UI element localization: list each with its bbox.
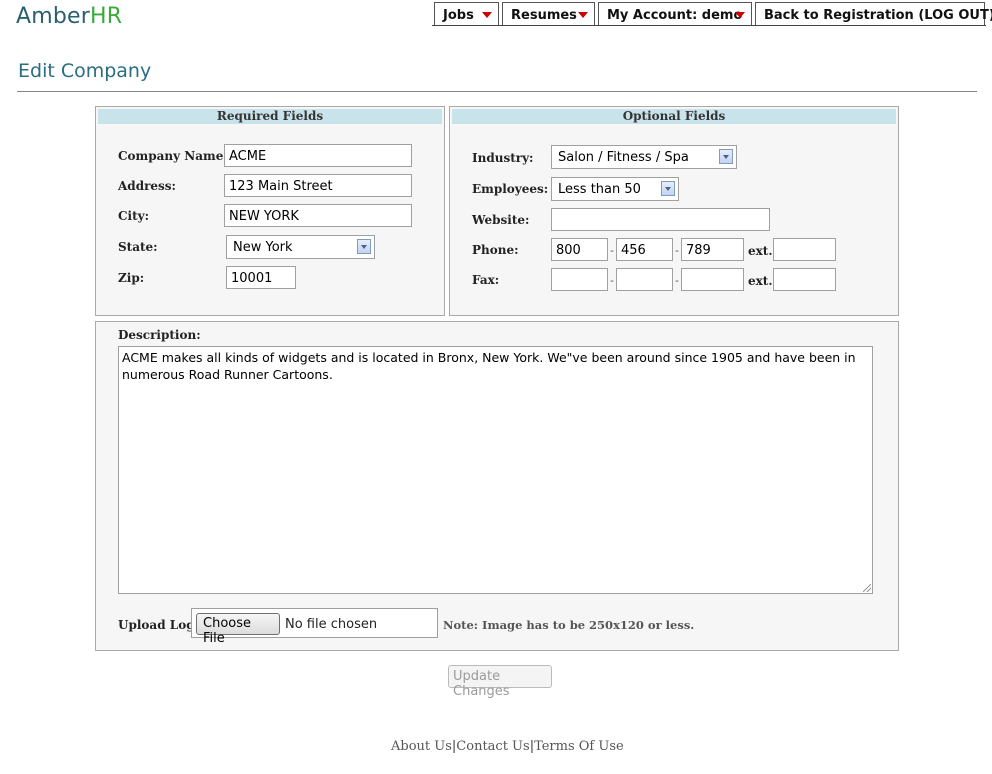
city-label: City:	[118, 209, 150, 223]
chevron-down-icon	[578, 12, 588, 18]
file-status: No file chosen	[285, 617, 378, 632]
footer-about-link[interactable]: About Us	[391, 739, 452, 754]
fax-ext-label: ext.	[748, 274, 773, 288]
employees-select-value: Less than 50	[558, 182, 641, 197]
footer: About Us|Contact Us|Terms Of Use	[391, 739, 624, 754]
industry-select-value: Salon / Fitness / Spa	[558, 150, 689, 165]
required-fields-panel: Required Fields Company Name: ACME Addre…	[95, 106, 445, 316]
zip-input[interactable]: 10001	[226, 266, 296, 289]
phone-dash: -	[675, 244, 679, 257]
industry-select[interactable]: Salon / Fitness / Spa	[551, 145, 737, 169]
phone-ext-input[interactable]	[773, 238, 836, 261]
footer-terms-link[interactable]: Terms Of Use	[534, 739, 624, 754]
description-textarea[interactable]: ACME makes all kinds of widgets and is l…	[118, 346, 873, 594]
address-input[interactable]: 123 Main Street	[224, 174, 412, 197]
phone-label: Phone:	[472, 243, 519, 257]
logo-hr: HR	[90, 4, 123, 29]
nav-resumes[interactable]: Resumes	[502, 2, 595, 25]
nav-logout[interactable]: Back to Registration (LOG OUT)	[755, 2, 992, 25]
description-text: ACME makes all kinds of widgets and is l…	[122, 350, 856, 382]
chevron-down-icon	[661, 181, 675, 196]
fax-ext-input[interactable]	[773, 268, 836, 291]
website-input[interactable]	[551, 208, 770, 231]
phone-dash: -	[610, 244, 614, 257]
file-input[interactable]: Choose File No file chosen	[191, 608, 438, 646]
fax-line-input[interactable]	[681, 268, 744, 291]
phone-ext-label: ext.	[748, 244, 773, 258]
choose-file-button[interactable]: Choose File	[196, 613, 280, 646]
address-label: Address:	[118, 179, 176, 193]
state-select[interactable]: New York	[226, 235, 375, 259]
description-label: Description:	[118, 328, 201, 342]
chevron-down-icon	[719, 149, 733, 164]
city-input[interactable]: NEW YORK	[224, 204, 412, 227]
nav-my-account[interactable]: My Account: demo	[598, 2, 752, 25]
fax-label: Fax:	[472, 273, 500, 287]
logo-amber: Amber	[16, 4, 91, 29]
company-name-input[interactable]: ACME	[224, 144, 412, 167]
page-title: Edit Company	[18, 60, 152, 82]
update-changes-button[interactable]: Update Changes	[448, 665, 552, 699]
upload-note: Note: Image has to be 250x120 or less.	[443, 618, 695, 632]
nav-account-label: My Account: demo	[607, 8, 743, 23]
employees-select[interactable]: Less than 50	[551, 177, 679, 201]
state-select-value: New York	[233, 240, 293, 255]
website-label: Website:	[472, 213, 530, 227]
phone-area-input[interactable]: 800	[551, 238, 608, 261]
phone-line-input[interactable]: 789	[681, 238, 744, 261]
logo[interactable]: AmberHR	[16, 4, 122, 29]
company-name-label: Company Name:	[118, 149, 228, 163]
phone-prefix-input[interactable]: 456	[616, 238, 673, 261]
fax-dash: -	[610, 274, 614, 287]
title-divider	[17, 91, 977, 92]
nav-logout-label: Back to Registration (LOG OUT)	[764, 8, 992, 23]
optional-fields-header: Optional Fields	[452, 109, 896, 124]
footer-contact-link[interactable]: Contact Us	[456, 739, 529, 754]
nav-underline	[432, 25, 986, 26]
employees-label: Employees:	[472, 182, 549, 196]
zip-label: Zip:	[118, 271, 145, 285]
chevron-down-icon	[357, 239, 371, 254]
fax-dash: -	[675, 274, 679, 287]
fax-area-input[interactable]	[551, 268, 608, 291]
nav-jobs[interactable]: Jobs	[434, 2, 499, 25]
optional-fields-panel: Optional Fields Industry: Salon / Fitnes…	[449, 106, 899, 316]
description-panel: Description: ACME makes all kinds of wid…	[95, 321, 899, 651]
nav-resumes-label: Resumes	[511, 8, 577, 23]
fax-prefix-input[interactable]	[616, 268, 673, 291]
state-label: State:	[118, 240, 158, 254]
chevron-down-icon	[482, 12, 492, 18]
industry-label: Industry:	[472, 151, 534, 165]
required-fields-header: Required Fields	[98, 109, 442, 124]
chevron-down-icon	[735, 12, 745, 18]
resize-handle-icon[interactable]	[863, 584, 871, 592]
nav-jobs-label: Jobs	[443, 8, 474, 23]
